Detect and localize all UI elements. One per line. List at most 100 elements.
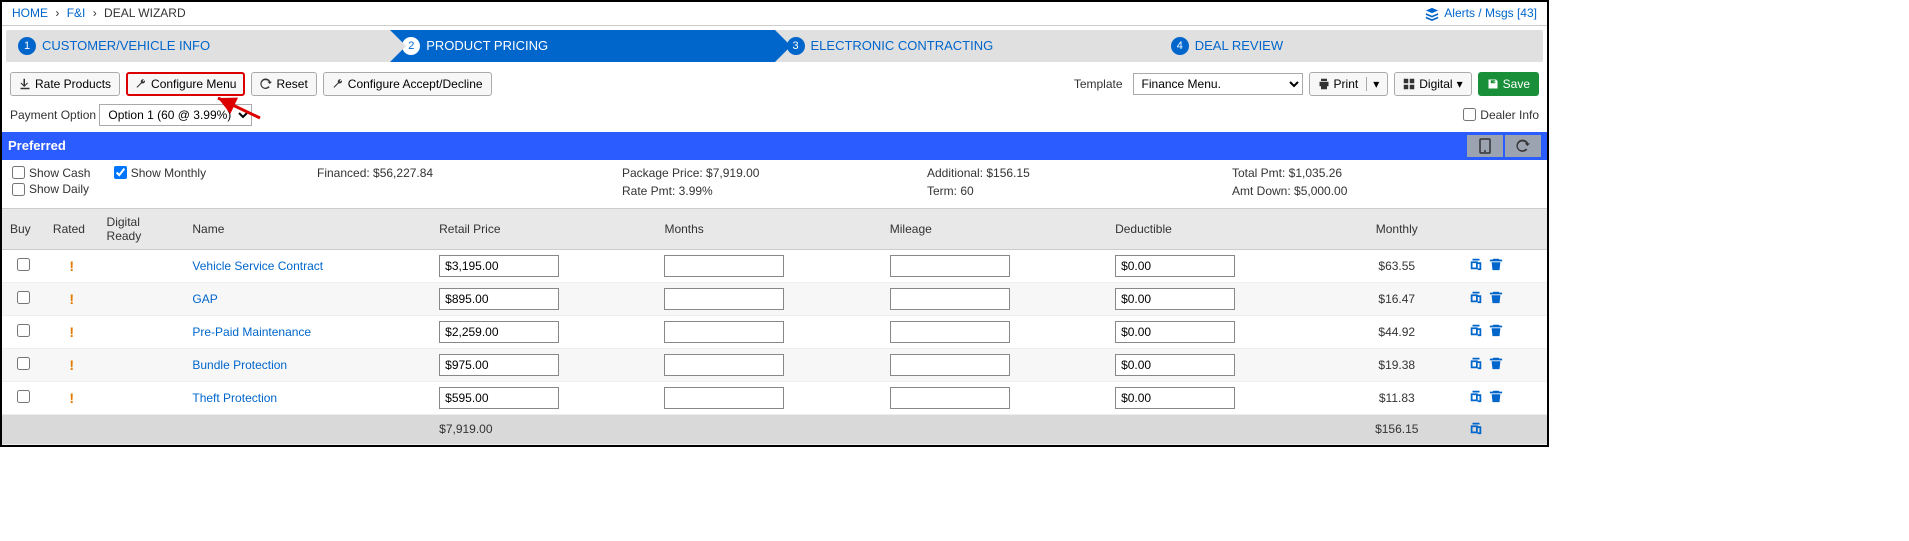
save-button[interactable]: Save — [1478, 72, 1539, 96]
deductible-input[interactable] — [1115, 354, 1235, 376]
delete-row-button[interactable] — [1489, 257, 1503, 274]
trash-icon — [1489, 356, 1503, 370]
months-input[interactable] — [664, 288, 784, 310]
delete-row-button[interactable] — [1489, 389, 1503, 406]
retail-input[interactable] — [439, 321, 559, 343]
show-cash-toggle[interactable]: Show Cash — [12, 166, 90, 180]
months-input[interactable] — [664, 321, 784, 343]
retail-input[interactable] — [439, 288, 559, 310]
months-input[interactable] — [664, 387, 784, 409]
amt-down-value: Amt Down: $5,000.00 — [1232, 184, 1537, 198]
grid-icon — [1403, 78, 1415, 90]
dealer-info-toggle[interactable]: Dealer Info — [1463, 108, 1539, 122]
step-electronic-contracting[interactable]: 3ELECTRONIC CONTRACTING — [775, 30, 1159, 62]
table-row: !Bundle Protection$19.38 — [2, 348, 1547, 381]
configure-accept-decline-button[interactable]: Configure Accept/Decline — [323, 72, 492, 96]
reset-button[interactable]: Reset — [251, 72, 316, 96]
delete-row-button[interactable] — [1489, 323, 1503, 340]
mileage-input[interactable] — [890, 321, 1010, 343]
save-icon — [1487, 78, 1499, 90]
buy-checkbox[interactable] — [17, 390, 30, 403]
breadcrumb-fi[interactable]: F&I — [67, 6, 86, 20]
additional-value: Additional: $156.15 — [927, 166, 1232, 180]
mileage-input[interactable] — [890, 255, 1010, 277]
product-name-link[interactable]: Theft Protection — [192, 391, 277, 405]
col-monthly: Monthly — [1332, 208, 1461, 249]
template-select[interactable]: Finance Menu. — [1133, 73, 1303, 95]
wrench-icon — [332, 78, 344, 90]
table-row: ! Pre-Paid Maintenance $44.92 — [2, 315, 1547, 348]
step-deal-review[interactable]: 4DEAL REVIEW — [1159, 30, 1543, 62]
mileage-input[interactable] — [890, 354, 1010, 376]
show-monthly-toggle[interactable]: Show Monthly — [114, 166, 206, 180]
wizard-steps: 1CUSTOMER/VEHICLE INFO 2PRODUCT PRICING … — [6, 30, 1543, 62]
copy-row-button[interactable] — [1469, 257, 1483, 274]
monthly-value: $44.92 — [1332, 315, 1461, 348]
dealer-info-checkbox[interactable] — [1463, 108, 1476, 121]
deductible-input[interactable] — [1115, 288, 1235, 310]
mileage-input[interactable] — [890, 387, 1010, 409]
buy-checkbox[interactable] — [17, 357, 30, 370]
callout-arrow — [212, 94, 262, 120]
product-name-link[interactable]: Vehicle Service Contract — [192, 259, 323, 273]
product-name-link[interactable]: GAP — [192, 292, 217, 306]
table-row: !Theft Protection$11.83 — [2, 381, 1547, 414]
alerts-link[interactable]: Alerts / Msgs [43] — [1425, 6, 1537, 21]
mobile-view-button[interactable] — [1467, 135, 1503, 157]
months-input[interactable] — [664, 354, 784, 376]
col-mileage: Mileage — [882, 208, 1107, 249]
col-rated: Rated — [45, 208, 99, 249]
warning-icon: ! — [69, 357, 74, 373]
delete-row-button[interactable] — [1489, 356, 1503, 373]
total-row: $7,919.00$156.15 — [2, 414, 1547, 444]
retail-input[interactable] — [439, 255, 559, 277]
col-digital-ready: Digital Ready — [99, 208, 185, 249]
trash-icon — [1489, 290, 1503, 304]
retail-input[interactable] — [439, 387, 559, 409]
print-button[interactable]: Print ▾ — [1309, 72, 1389, 96]
monthly-value: $63.55 — [1332, 249, 1461, 282]
buy-checkbox[interactable] — [17, 324, 30, 337]
refresh-panel-button[interactable] — [1505, 135, 1541, 157]
breadcrumb-current: DEAL WIZARD — [104, 6, 186, 20]
configure-menu-button[interactable]: Configure Menu — [126, 72, 245, 96]
monthly-value: $16.47 — [1332, 282, 1461, 315]
delete-row-button[interactable] — [1489, 290, 1503, 307]
show-daily-toggle[interactable]: Show Daily — [12, 182, 89, 196]
copy-all-button[interactable] — [1469, 421, 1483, 438]
wrench-icon — [135, 78, 147, 90]
financed-value: Financed: $56,227.84 — [317, 166, 622, 180]
product-name-link[interactable]: Bundle Protection — [192, 358, 287, 372]
products-table: Buy Rated Digital Ready Name Retail Pric… — [2, 208, 1547, 445]
retail-input[interactable] — [439, 354, 559, 376]
copy-row-button[interactable] — [1469, 323, 1483, 340]
total-pmt-value: Total Pmt: $1,035.26 — [1232, 166, 1537, 180]
step-customer-vehicle[interactable]: 1CUSTOMER/VEHICLE INFO — [6, 30, 390, 62]
copy-row-button[interactable] — [1469, 356, 1483, 373]
term-value: Term: 60 — [927, 184, 1232, 198]
warning-icon: ! — [69, 291, 74, 307]
breadcrumb-home[interactable]: HOME — [12, 6, 48, 20]
print-icon — [1318, 78, 1330, 90]
product-name-link[interactable]: Pre-Paid Maintenance — [192, 325, 311, 339]
digital-button[interactable]: Digital ▾ — [1394, 72, 1471, 96]
months-input[interactable] — [664, 255, 784, 277]
buy-checkbox[interactable] — [17, 258, 30, 271]
preferred-label: Preferred — [8, 138, 66, 153]
copy-icon — [1469, 356, 1483, 370]
copy-row-button[interactable] — [1469, 290, 1483, 307]
mobile-icon — [1479, 138, 1491, 154]
mileage-input[interactable] — [890, 288, 1010, 310]
template-label: Template — [1074, 77, 1123, 91]
col-retail: Retail Price — [431, 208, 656, 249]
deductible-input[interactable] — [1115, 255, 1235, 277]
warning-icon: ! — [69, 258, 74, 274]
warning-icon: ! — [69, 324, 74, 340]
buy-checkbox[interactable] — [17, 291, 30, 304]
deductible-input[interactable] — [1115, 321, 1235, 343]
step-product-pricing[interactable]: 2PRODUCT PRICING — [390, 30, 774, 62]
copy-row-button[interactable] — [1469, 389, 1483, 406]
deductible-input[interactable] — [1115, 387, 1235, 409]
rate-products-button[interactable]: Rate Products — [10, 72, 120, 96]
table-row: ! GAP $16.47 — [2, 282, 1547, 315]
